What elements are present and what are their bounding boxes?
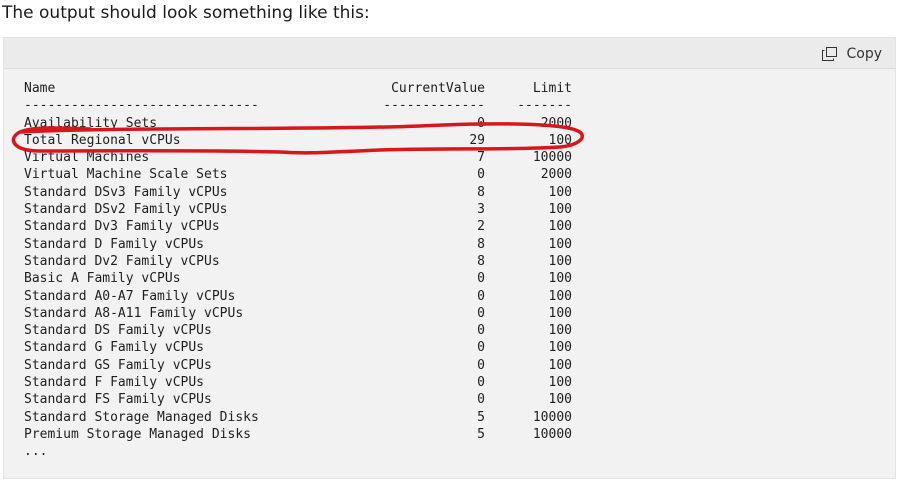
row-current-value: 0 — [477, 340, 485, 356]
table-row: Standard D Family vCPUs 8 100 — [24, 236, 572, 253]
row-name: Standard DSv2 Family vCPUs — [24, 202, 228, 218]
table-row: Standard Storage Managed Disks 5 10000 — [24, 409, 572, 426]
row-name: Standard DS Family vCPUs — [24, 323, 212, 339]
row-current-value: 0 — [477, 167, 485, 183]
table-row: Premium Storage Managed Disks 5 10000 — [24, 426, 572, 443]
table-header-row: Name CurrentValue Limit — [24, 80, 572, 97]
row-current-value: 0 — [477, 323, 485, 339]
table-row: Standard GS Family vCPUs 0 100 — [24, 357, 572, 374]
table-row: Virtual Machines 7 10000 — [24, 149, 572, 166]
table-row: Basic A Family vCPUs 0 100 — [24, 270, 572, 287]
row-current-value: 0 — [477, 271, 485, 287]
ellipsis-row: ... — [24, 444, 48, 460]
code-block: Copy Name CurrentValue Limit --------------… — [3, 37, 896, 479]
row-current-value: 0 — [477, 357, 485, 373]
row-current-value: 0 — [477, 392, 485, 408]
row-name: Standard Dv3 Family vCPUs — [24, 219, 220, 235]
table-row: Standard DS Family vCPUs 0 100 — [24, 322, 572, 339]
copy-button[interactable]: Copy — [822, 44, 882, 64]
row-current-value: 8 — [477, 236, 485, 252]
row-current-value: 0 — [477, 115, 485, 131]
row-limit: 100 — [548, 357, 572, 373]
table-rows: Availability Sets 0 2000 Total Regional vCP… — [24, 115, 572, 444]
row-name: Standard A0-A7 Family vCPUs — [24, 288, 236, 304]
row-name: Standard Dv2 Family vCPUs — [24, 253, 220, 269]
row-limit: 10000 — [532, 150, 572, 166]
row-current-value: 29 — [469, 132, 485, 148]
table-row: Standard Dv2 Family vCPUs 8 100 — [24, 253, 572, 270]
row-name: Standard Storage Managed Disks — [24, 409, 259, 425]
separator-row: ------------------------------ ----------… — [24, 97, 572, 114]
table-row: Total Regional vCPUs 29 100 — [24, 132, 572, 149]
copy-button-label: Copy — [846, 46, 882, 62]
row-current-value: 2 — [477, 219, 485, 235]
table-row: Standard F Family vCPUs 0 100 — [24, 374, 572, 391]
row-name: Availability Sets — [24, 115, 158, 131]
row-limit: 10000 — [532, 409, 572, 425]
row-name: Standard A8-A11 Family vCPUs — [24, 305, 244, 321]
separator-current: ------------- — [383, 98, 485, 114]
intro-text: The output should look something like th… — [2, 3, 370, 23]
table-row: Standard Dv3 Family vCPUs 2 100 — [24, 218, 572, 235]
row-limit: 100 — [548, 271, 572, 287]
table-row: Availability Sets 0 2000 — [24, 115, 572, 132]
row-current-value: 7 — [477, 150, 485, 166]
row-limit: 100 — [548, 305, 572, 321]
row-limit: 100 — [548, 288, 572, 304]
code-block-header: Copy — [4, 38, 895, 69]
table-row: Standard FS Family vCPUs 0 100 — [24, 391, 572, 408]
row-limit: 100 — [548, 202, 572, 218]
table-row: Standard G Family vCPUs 0 100 — [24, 339, 572, 356]
table-row: Virtual Machine Scale Sets 0 2000 — [24, 166, 572, 183]
row-name: Standard DSv3 Family vCPUs — [24, 184, 228, 200]
row-current-value: 0 — [477, 375, 485, 391]
row-current-value: 5 — [477, 409, 485, 425]
row-name: Virtual Machines — [24, 150, 150, 166]
table-row: Standard DSv2 Family vCPUs 3 100 — [24, 201, 572, 218]
separator-limit: ------- — [517, 98, 572, 114]
row-limit: 100 — [548, 375, 572, 391]
separator-name: ------------------------------ — [24, 98, 259, 114]
row-limit: 100 — [548, 253, 572, 269]
row-limit: 100 — [548, 219, 572, 235]
row-name: Standard D Family vCPUs — [24, 236, 205, 252]
row-limit: 2000 — [540, 167, 572, 183]
row-limit: 100 — [548, 323, 572, 339]
column-header-current-value: CurrentValue — [391, 81, 485, 96]
column-header-limit: Limit — [532, 81, 572, 96]
row-name: Virtual Machine Scale Sets — [24, 167, 228, 183]
row-current-value: 3 — [477, 202, 485, 218]
row-name: Basic A Family vCPUs — [24, 271, 181, 287]
row-current-value: 8 — [477, 184, 485, 200]
row-current-value: 8 — [477, 253, 485, 269]
table-row: Standard DSv3 Family vCPUs 8 100 — [24, 184, 572, 201]
row-name: Standard FS Family vCPUs — [24, 392, 212, 408]
row-name: Standard GS Family vCPUs — [24, 357, 212, 373]
row-current-value: 0 — [477, 305, 485, 321]
row-limit: 10000 — [532, 426, 572, 442]
copy-icon — [822, 47, 838, 61]
row-limit: 100 — [548, 184, 572, 200]
table-row: Standard A8-A11 Family vCPUs 0 100 — [24, 305, 572, 322]
row-name: Premium Storage Managed Disks — [24, 426, 251, 442]
row-name: Standard G Family vCPUs — [24, 340, 205, 356]
row-current-value: 0 — [477, 288, 485, 304]
row-name: Standard F Family vCPUs — [24, 375, 205, 391]
row-limit: 100 — [548, 392, 572, 408]
code-output: Name CurrentValue Limit -------------------… — [24, 80, 572, 461]
table-row: Standard A0-A7 Family vCPUs 0 100 — [24, 288, 572, 305]
row-limit: 100 — [548, 132, 572, 148]
column-header-name: Name — [24, 81, 56, 96]
row-limit: 100 — [548, 236, 572, 252]
row-current-value: 5 — [477, 426, 485, 442]
row-limit: 2000 — [540, 115, 572, 131]
row-limit: 100 — [548, 340, 572, 356]
row-name: Total Regional vCPUs — [24, 132, 181, 148]
